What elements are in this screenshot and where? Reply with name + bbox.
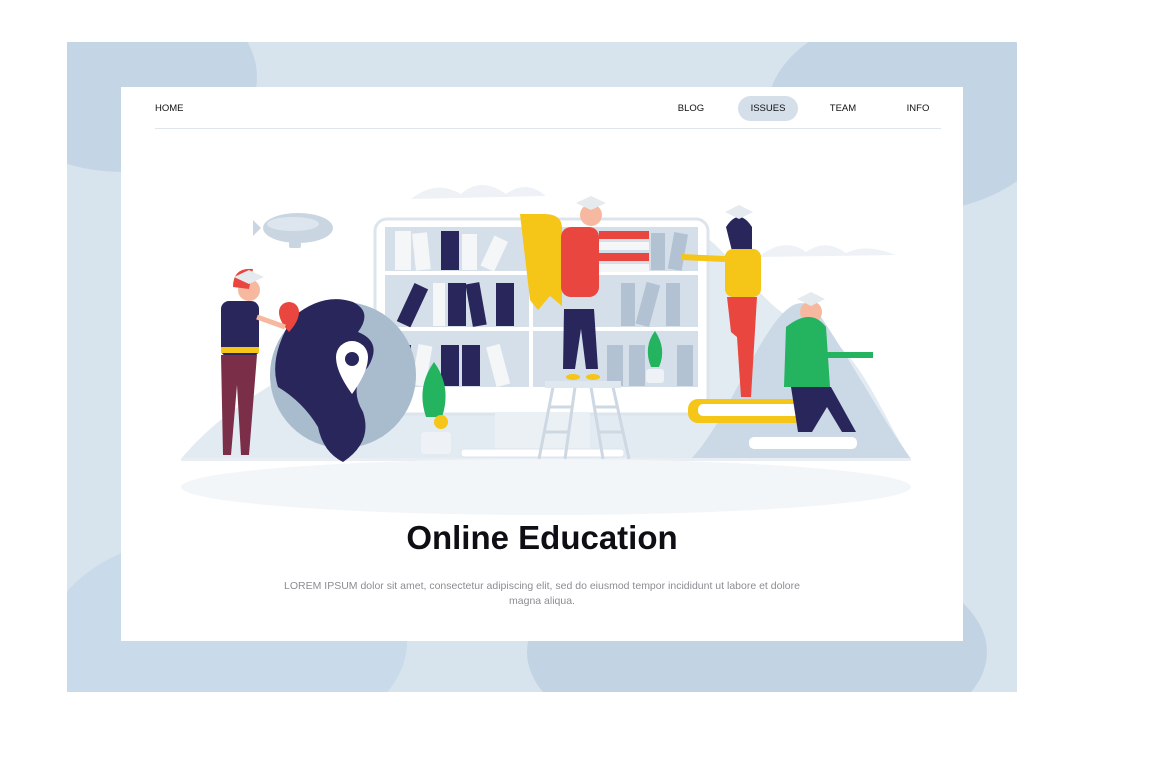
cloud-shape bbox=[761, 245, 896, 257]
hero-illustration bbox=[181, 185, 911, 515]
page-description: LOREM IPSUM dolor sit amet, consectetur … bbox=[284, 580, 800, 607]
page-title: Online Education bbox=[406, 519, 678, 556]
ladder-top bbox=[545, 381, 621, 388]
airship-icon bbox=[253, 213, 333, 248]
landing-card: HOME BLOG ISSUES TEAM INFO Online Educat… bbox=[121, 87, 963, 641]
cloud-shape bbox=[411, 185, 546, 199]
ground-reflection bbox=[181, 459, 911, 515]
